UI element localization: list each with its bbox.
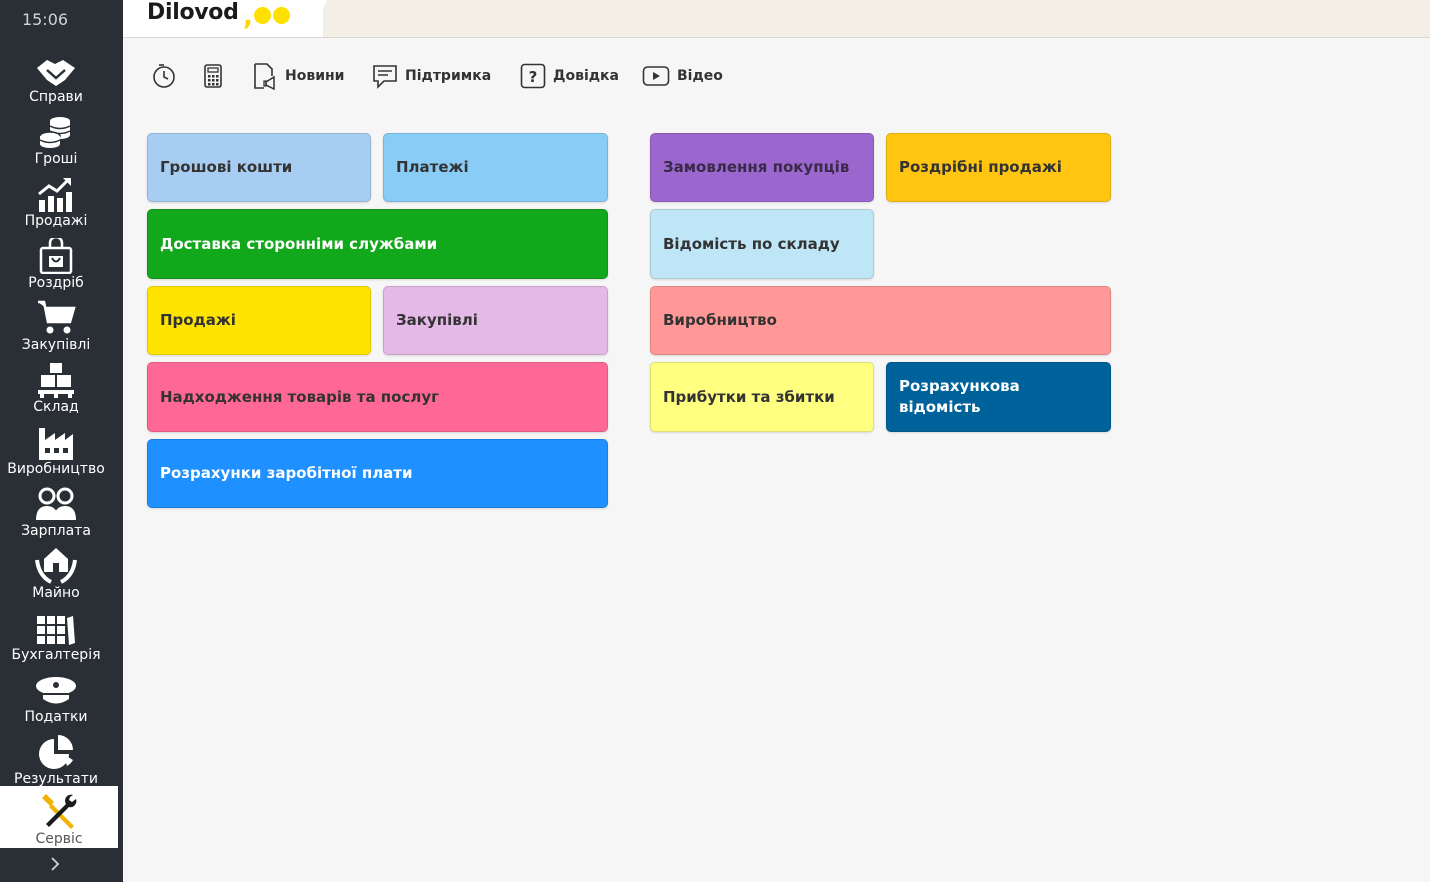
tile-goods-receipts[interactable]: Надходження товарів та послуг xyxy=(147,362,608,432)
people-icon xyxy=(36,487,76,520)
sidebar-item-sales[interactable]: Продажі xyxy=(0,172,112,234)
sidebar-item-affairs[interactable]: Справи xyxy=(0,48,112,110)
support-label: Підтримка xyxy=(405,68,492,84)
pie-chart-icon xyxy=(39,735,73,769)
help-label: Довідка xyxy=(553,68,620,84)
sidebar-item-accounting[interactable]: Бухгалтерія xyxy=(0,606,112,668)
video-label: Відео xyxy=(677,68,723,84)
sidebar-item-label: Майно xyxy=(32,585,80,601)
tile-purchases[interactable]: Закупівлі xyxy=(383,286,608,355)
tile-payments[interactable]: Платежі xyxy=(383,133,608,202)
video-button[interactable]: Відео xyxy=(642,60,723,92)
logo-text: Dilovod xyxy=(147,0,239,25)
history-button[interactable] xyxy=(150,60,185,92)
clock-history-icon xyxy=(153,64,175,88)
logo-tab-edge xyxy=(311,0,327,37)
sidebar-item-label: Виробництво xyxy=(7,461,105,477)
logo-comma: , xyxy=(243,2,253,32)
sidebar-item-retail[interactable]: Роздріб xyxy=(0,234,112,296)
tile-payroll-calculations[interactable]: Розрахунки заробітної плати xyxy=(147,439,608,508)
header: Dilovod , xyxy=(123,0,1430,38)
sidebar-item-production[interactable]: Виробництво xyxy=(0,420,112,482)
shopping-cart-icon xyxy=(38,300,76,334)
sidebar-item-service[interactable]: Сервіс xyxy=(0,786,118,848)
tile-sales[interactable]: Продажі xyxy=(147,286,371,355)
sidebar-item-results[interactable]: Результати xyxy=(0,730,112,792)
tile-pay-sheet[interactable]: Розрахункова відомість xyxy=(886,362,1111,432)
factory-icon xyxy=(39,428,73,460)
growth-chart-icon xyxy=(38,177,72,212)
tools-icon xyxy=(42,794,77,829)
logo-dot-icon xyxy=(273,7,290,24)
support-button[interactable]: Підтримка xyxy=(372,60,491,92)
sidebar-item-label: Справи xyxy=(29,89,83,105)
sidebar-item-label: Зарплата xyxy=(21,523,91,539)
tile-customer-orders[interactable]: Замовлення покупців xyxy=(650,133,874,202)
svg-text:?: ? xyxy=(529,68,538,86)
tile-cash[interactable]: Грошові кошти xyxy=(147,133,371,202)
sidebar-item-label: Результати xyxy=(14,771,98,787)
sidebar-item-label: Сервіс xyxy=(35,831,83,847)
chat-bubble-icon xyxy=(373,65,397,89)
tile-third-party-delivery[interactable]: Доставка сторонніми службами xyxy=(147,209,608,279)
sidebar-item-property[interactable]: Майно xyxy=(0,544,112,606)
house-hands-icon xyxy=(35,548,77,584)
sidebar-item-label: Податки xyxy=(24,709,88,725)
sidebar-item-label: Роздріб xyxy=(28,275,84,291)
help-button[interactable]: ? Довідка xyxy=(520,60,619,92)
sidebar-item-salary[interactable]: Зарплата xyxy=(0,482,112,544)
play-icon xyxy=(642,66,670,86)
handshake-icon xyxy=(37,60,75,86)
sidebar-item-money[interactable]: Гроші xyxy=(0,110,112,172)
sidebar-item-label: Гроші xyxy=(34,151,78,167)
clock: 15:06 xyxy=(21,10,69,29)
logo[interactable]: Dilovod , xyxy=(123,0,323,37)
tile-production[interactable]: Виробництво xyxy=(650,286,1111,355)
coins-icon xyxy=(39,117,71,148)
chevron-right-icon xyxy=(51,857,60,871)
sidebar-expand-button[interactable] xyxy=(0,850,110,878)
tile-stock-report[interactable]: Відомість по складу xyxy=(650,209,874,279)
news-button[interactable]: Новини xyxy=(252,60,345,92)
books-icon xyxy=(37,616,75,645)
sidebar-item-taxes[interactable]: Податки xyxy=(0,668,112,730)
sidebar-item-label: Склад xyxy=(33,399,79,415)
sidebar-item-label: Закупівлі xyxy=(21,337,91,353)
calculator-button[interactable] xyxy=(202,60,231,92)
sidebar-item-warehouse[interactable]: Склад xyxy=(0,358,112,420)
megaphone-document-icon xyxy=(254,63,275,90)
officer-cap-icon xyxy=(36,677,76,704)
sidebar: 15:06 Справи Гроші Продажі Роздріб Закуп… xyxy=(0,0,123,882)
calculator-icon xyxy=(204,64,222,88)
tile-profit-and-loss[interactable]: Прибутки та збитки xyxy=(650,362,874,432)
warehouse-boxes-icon xyxy=(38,363,74,398)
shopping-bag-icon xyxy=(39,238,73,274)
sidebar-item-label: Бухгалтерія xyxy=(11,647,101,663)
question-mark-icon: ? xyxy=(520,63,546,89)
tile-retail-sales[interactable]: Роздрібні продажі xyxy=(886,133,1111,202)
sidebar-item-label: Продажі xyxy=(24,213,88,229)
sidebar-item-purchases[interactable]: Закупівлі xyxy=(0,296,112,358)
logo-dot-icon xyxy=(254,7,271,24)
news-label: Новини xyxy=(285,68,345,84)
